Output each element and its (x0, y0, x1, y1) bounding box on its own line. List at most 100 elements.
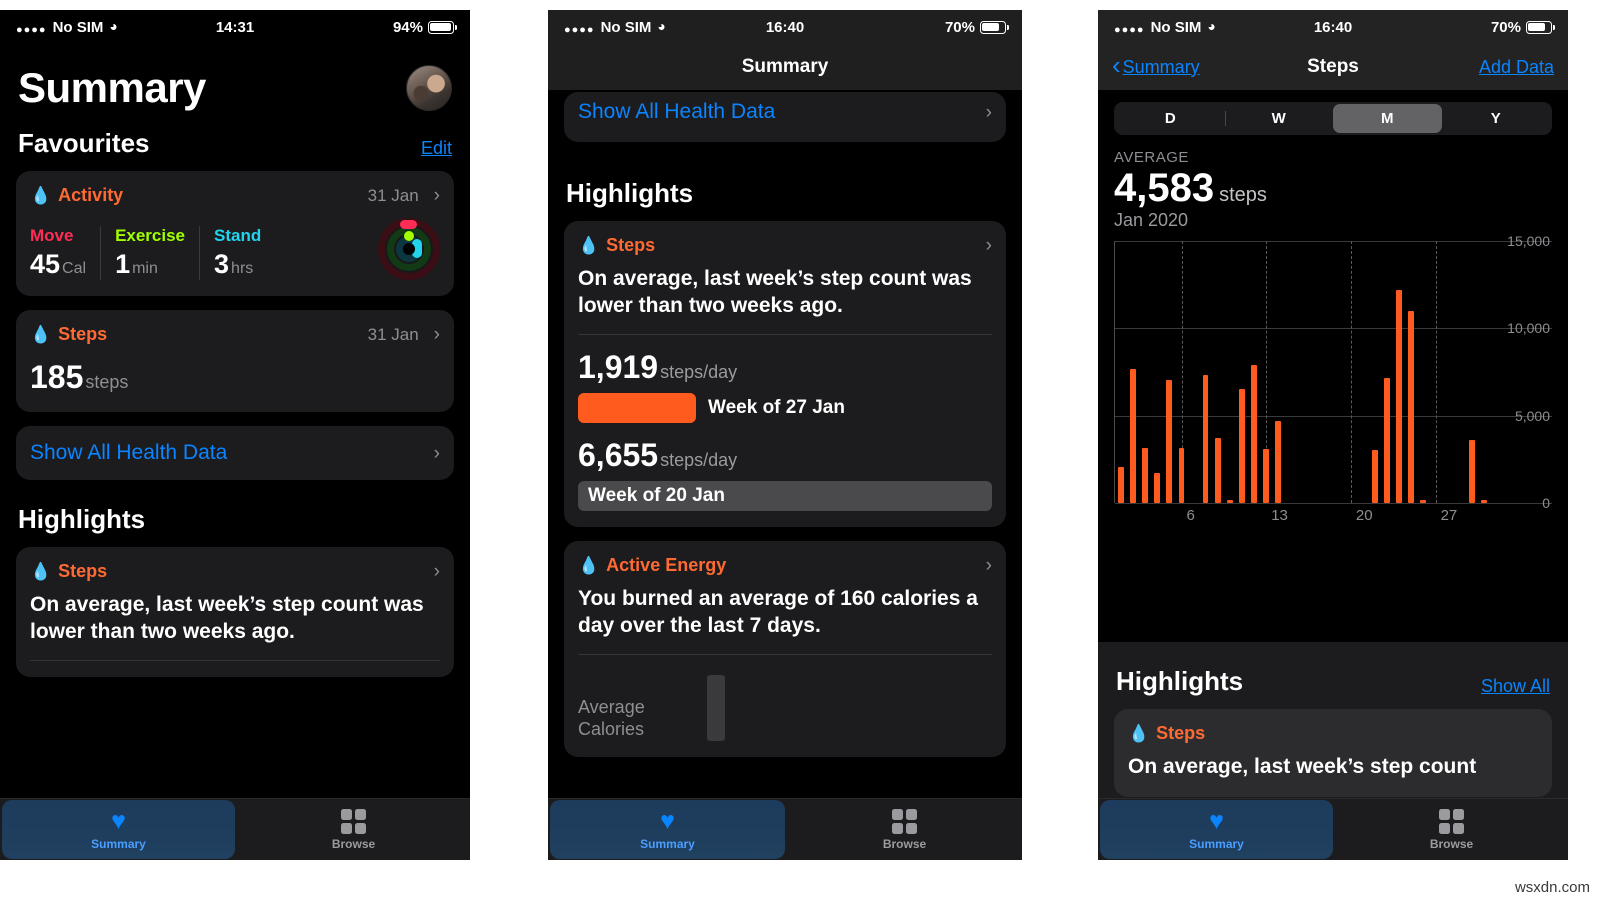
activity-card-date: 31 Jan (367, 185, 419, 205)
activity-metrics: Move 45 Cal Exercise 1 min Stand 3 hrs (30, 218, 440, 280)
tab-browse-label: Browse (331, 836, 376, 851)
show-all-button[interactable]: Show All (1481, 676, 1550, 697)
chevron-right-icon: › (985, 101, 992, 123)
chevron-right-icon: › (433, 442, 440, 464)
show-all-health-data-label: Show All Health Data (578, 100, 776, 123)
chart-bar (1251, 365, 1257, 503)
show-all-health-data-row[interactable]: Show All Health Data › (564, 92, 1006, 142)
back-button[interactable]: ‹ Summary (1112, 52, 1200, 80)
highlight-card-text: On average, last week’s step count (1128, 755, 1477, 778)
phone-panel-3: ●●●● No SIM ◕ 16:40 70% ‹ Summary Steps … (1098, 10, 1568, 860)
tab-browse[interactable]: Browse (1335, 799, 1568, 860)
tab-summary-label: Summary (91, 836, 146, 851)
chart-plot-area: 0 5,000 10,000 15,000 6 13 20 27 (1114, 233, 1552, 524)
steps-card-unit: steps (85, 372, 129, 392)
chevron-right-icon: › (985, 235, 992, 256)
page-title: Summary (18, 64, 206, 111)
scroll-body-2[interactable]: Show All Health Data › Highlights 💧 Step… (548, 10, 1022, 757)
status-bar-3: ●●●● No SIM ◕ 16:40 70% (1098, 10, 1568, 44)
segment-m[interactable]: M (1333, 104, 1442, 133)
chevron-right-icon: › (433, 185, 440, 206)
chart-bar (1202, 374, 1209, 503)
average-unit: steps (1219, 184, 1267, 206)
show-all-health-data-row[interactable]: Show All Health Data › (16, 426, 454, 480)
scroll-body-1[interactable]: Summary Favourites Edit 💧 Activity 31 Ja… (0, 44, 470, 677)
highlight-steps-card[interactable]: 💧 Steps › On average, last week’s step c… (564, 221, 1006, 527)
chart-bar (1178, 447, 1185, 503)
compare-value-row-2: 6,655 steps/day (578, 437, 992, 474)
compare-value-2: 6,655 (578, 436, 659, 473)
tab-bar-2: ♥ Summary Browse (548, 798, 1022, 860)
nav-title: Summary (741, 56, 829, 77)
compare-value-1: 1,919 (578, 348, 659, 385)
highlight-card-head: 💧 Steps › (578, 235, 992, 256)
status-left-2: ●●●● No SIM ◕ (564, 18, 785, 36)
tab-summary[interactable]: ♥ Summary (550, 800, 785, 859)
highlight-card-title: Steps (606, 235, 656, 255)
battery-icon (1526, 20, 1555, 34)
chevron-right-icon: › (433, 561, 440, 582)
active-energy-title: Active Energy (606, 554, 727, 575)
compare-bar-1 (578, 392, 696, 423)
highlight-card-head: 💧 Steps (1128, 723, 1538, 744)
chart-x-gridline (1435, 241, 1437, 503)
segment-y[interactable]: Y (1442, 104, 1551, 133)
edit-button[interactable]: Edit (421, 138, 452, 159)
activity-card-head: 💧 Activity 31 Jan › (30, 185, 440, 206)
chevron-right-icon: › (433, 324, 440, 345)
tab-summary[interactable]: ♥ Summary (2, 800, 235, 859)
carrier-label: No SIM (600, 18, 652, 36)
flame-icon: 💧 (30, 186, 52, 205)
segment-d[interactable]: D (1116, 104, 1225, 133)
tab-browse-label: Browse (1429, 836, 1474, 851)
activity-card[interactable]: 💧 Activity 31 Jan › Move 45 Cal Exercise … (16, 171, 454, 296)
steps-card-title: Steps (58, 324, 108, 344)
chart-x-gridline (1350, 241, 1352, 503)
status-right-1: 94% (235, 18, 457, 36)
chart-y-tick-label: 15,000 (1507, 233, 1550, 249)
highlight-steps-card[interactable]: 💧 Steps › On average, last week’s step c… (16, 547, 454, 677)
period-segmented-control[interactable]: D W M Y (1114, 102, 1552, 135)
compare-bar-2: Week of 20 Jan (578, 480, 992, 511)
active-energy-chart: Average Calories (578, 671, 992, 741)
chart-bar (1275, 420, 1282, 503)
signal-dots-icon: ●●●● (564, 24, 595, 36)
steps-card[interactable]: 💧 Steps 31 Jan › 185 steps (16, 310, 454, 412)
metric-stand: Stand 3 hrs (214, 226, 275, 280)
show-all-health-data-label: Show All Health Data (30, 441, 228, 464)
status-right-3: 70% (1333, 19, 1555, 36)
heart-icon: ♥ (1209, 806, 1224, 835)
steps-bar-chart[interactable]: 0 5,000 10,000 15,000 6 13 20 27 (1114, 233, 1552, 541)
active-energy-text: You burned an average of 160 calories a … (578, 586, 978, 637)
period-label: Jan 2020 (1114, 210, 1189, 230)
tab-summary[interactable]: ♥ Summary (1100, 800, 1333, 859)
active-energy-axis-label: Average Calories (578, 696, 645, 740)
tab-browse[interactable]: Browse (237, 799, 470, 860)
add-data-button[interactable]: Add Data (1479, 57, 1554, 78)
tab-browse[interactable]: Browse (787, 799, 1022, 860)
activity-card-title: Activity (58, 185, 124, 205)
highlights-header: Highlights (18, 504, 146, 534)
chart-bar (1372, 449, 1378, 503)
back-button-label: Summary (1122, 56, 1200, 77)
metric-exercise: Exercise 1 min (115, 226, 201, 280)
battery-percent: 94% (392, 18, 423, 36)
chart-x-tick-label: 20 (1355, 507, 1373, 524)
segment-w[interactable]: W (1224, 104, 1334, 133)
active-energy-head: 💧 Active Energy › (578, 555, 992, 576)
highlight-steps-card[interactable]: 💧 Steps On average, last week’s step cou… (1114, 709, 1552, 797)
tab-bar-1: ♥ Summary Browse (0, 798, 470, 860)
page-header-1: Summary (16, 44, 454, 118)
tab-browse-label: Browse (882, 836, 927, 851)
chart-bar (1142, 447, 1148, 503)
status-left-3: ●●●● No SIM ◕ (1114, 18, 1333, 36)
grid-icon (341, 808, 366, 834)
active-energy-card[interactable]: 💧 Active Energy › You burned an average … (564, 540, 1006, 757)
highlight-card-title: Steps (1156, 723, 1206, 743)
compare-label-1: Week of 27 Jan (708, 396, 845, 418)
chart-x-tick-label: 13 (1271, 507, 1288, 524)
compare-value-row-1: 1,919 steps/day (578, 349, 992, 386)
avatar[interactable] (406, 65, 452, 111)
chart-y-tick-label: 10,000 (1507, 320, 1550, 337)
compare-bar-row-1: Week of 27 Jan (578, 392, 992, 423)
